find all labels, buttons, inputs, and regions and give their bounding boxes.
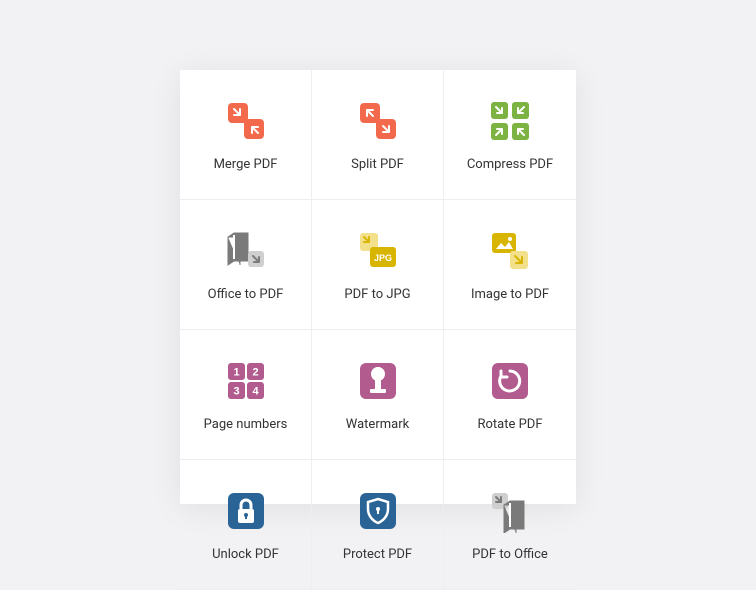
svg-text:JPG: JPG [373,253,391,263]
watermark-icon [354,357,402,405]
tool-pdf-to-jpg[interactable]: JPG PDF to JPG [312,200,444,330]
tool-rotate-pdf[interactable]: Rotate PDF [444,330,576,460]
pdf-to-office-icon [486,487,534,535]
tool-watermark[interactable]: Watermark [312,330,444,460]
merge-icon [222,97,270,145]
tool-protect-pdf[interactable]: Protect PDF [312,460,444,590]
tool-label: Unlock PDF [212,547,279,563]
tool-label: Page numbers [204,417,288,433]
tool-label: Compress PDF [467,157,553,173]
tool-merge-pdf[interactable]: Merge PDF [180,70,312,200]
tool-compress-pdf[interactable]: Compress PDF [444,70,576,200]
protect-icon [354,487,402,535]
tool-unlock-pdf[interactable]: Unlock PDF [180,460,312,590]
tool-pdf-to-office[interactable]: PDF to Office [444,460,576,590]
pdf-to-jpg-icon: JPG [354,227,402,275]
image-to-pdf-icon [486,227,534,275]
svg-text:1: 1 [233,366,239,378]
tool-label: Watermark [346,417,409,433]
unlock-icon [222,487,270,535]
split-icon [354,97,402,145]
svg-text:2: 2 [252,366,258,378]
tool-label: Office to PDF [208,287,284,303]
tool-page-numbers[interactable]: 1 2 3 4 Page numbers [180,330,312,460]
office-to-pdf-icon [222,227,270,275]
tool-label: Merge PDF [214,157,278,173]
tool-office-to-pdf[interactable]: Office to PDF [180,200,312,330]
tool-label: PDF to Office [472,547,548,563]
tool-label: Image to PDF [471,287,549,303]
tools-grid: Merge PDF Split PDF [180,70,576,504]
tool-label: PDF to JPG [344,287,410,303]
compress-icon [486,97,534,145]
tool-label: Rotate PDF [477,417,542,433]
tool-label: Protect PDF [343,547,412,563]
svg-text:3: 3 [233,385,239,397]
tool-label: Split PDF [351,157,404,173]
tool-split-pdf[interactable]: Split PDF [312,70,444,200]
tool-image-to-pdf[interactable]: Image to PDF [444,200,576,330]
rotate-icon [486,357,534,405]
page-numbers-icon: 1 2 3 4 [222,357,270,405]
svg-text:4: 4 [252,385,259,397]
